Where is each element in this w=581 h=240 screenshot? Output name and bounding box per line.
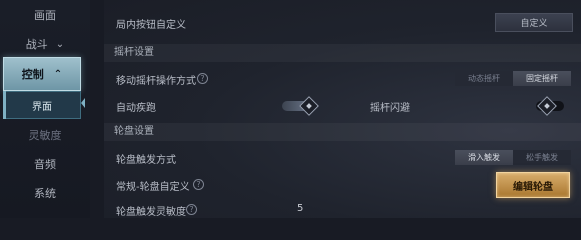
settings-screen: 画面 战斗 ⌄ 控制 ⌃ 界面 灵敏度 音频 系统 局内按钮自定义 自定义 摇杆… [0, 0, 581, 218]
sidebar-item-label: 界面 [32, 101, 52, 113]
sidebar-item-label: 控制 [21, 68, 44, 81]
wheel-trigger-selector: 滑入触发 松手触发 [455, 150, 571, 165]
sidebar-item-label: 灵敏度 [28, 129, 62, 142]
joystick-mode-label: 移动摇杆操作方式 [116, 76, 196, 87]
section-header-wheel: 轮盘设置 [104, 123, 581, 141]
joystick-flash-label: 摇杆闪避 [370, 103, 410, 114]
sidebar-subitem-sensitivity[interactable]: 灵敏度 [0, 122, 90, 148]
wheel-sensitivity-value: 5 [297, 203, 304, 214]
joystick-mode-selector: 动态摇杆 固定摇杆 [455, 71, 571, 86]
auto-run-label: 自动疾跑 [116, 103, 156, 114]
help-icon[interactable]: ? [186, 204, 197, 215]
help-icon[interactable]: ? [197, 73, 208, 84]
option-dynamic-joystick[interactable]: 动态摇杆 [455, 71, 513, 86]
sidebar-item-label: 系统 [34, 187, 56, 200]
active-indicator [3, 91, 6, 119]
custom-buttons-label: 局内按钮自定义 [116, 20, 186, 31]
chevron-down-icon: ⌄ [55, 38, 65, 50]
toggle-knob-icon [537, 96, 557, 116]
sidebar-item-system[interactable]: 系统 [0, 180, 90, 206]
option-release-trigger[interactable]: 松手触发 [513, 150, 571, 165]
chevron-up-icon: ⌃ [53, 68, 63, 80]
wheel-sensitivity-label: 轮盘触发灵敏度 [116, 207, 186, 218]
sidebar-item-display[interactable]: 画面 [0, 2, 90, 28]
sidebar-item-combat[interactable]: 战斗 ⌄ [0, 31, 90, 57]
sidebar-item-controls[interactable]: 控制 ⌃ [3, 57, 81, 91]
sidebar-item-label: 画面 [34, 9, 56, 22]
wheel-trigger-label: 轮盘触发方式 [116, 155, 176, 166]
option-fixed-joystick[interactable]: 固定摇杆 [513, 71, 571, 86]
wheel-custom-label: 常规-轮盘自定义 [116, 182, 190, 193]
joystick-flash-toggle[interactable] [536, 96, 564, 116]
option-slide-trigger[interactable]: 滑入触发 [455, 150, 513, 165]
sidebar-item-audio[interactable]: 音频 [0, 151, 90, 177]
active-arrow-icon [81, 98, 85, 108]
section-header-joystick: 摇杆设置 [104, 44, 581, 62]
auto-run-toggle[interactable] [282, 96, 319, 116]
sidebar-item-label: 音频 [34, 158, 56, 171]
edit-wheel-button[interactable]: 编辑轮盘 [496, 172, 570, 198]
sidebar-item-label: 战斗 [25, 38, 48, 51]
help-icon[interactable]: ? [193, 179, 204, 190]
customize-button[interactable]: 自定义 [495, 13, 573, 32]
sidebar-subitem-interface[interactable]: 界面 [3, 91, 81, 119]
toggle-knob-icon [299, 96, 319, 116]
settings-main-panel: 局内按钮自定义 自定义 摇杆设置 移动摇杆操作方式 ? 动态摇杆 固定摇杆 自动… [104, 0, 581, 218]
settings-sidebar: 画面 战斗 ⌄ 控制 ⌃ 界面 灵敏度 音频 系统 [0, 0, 90, 218]
